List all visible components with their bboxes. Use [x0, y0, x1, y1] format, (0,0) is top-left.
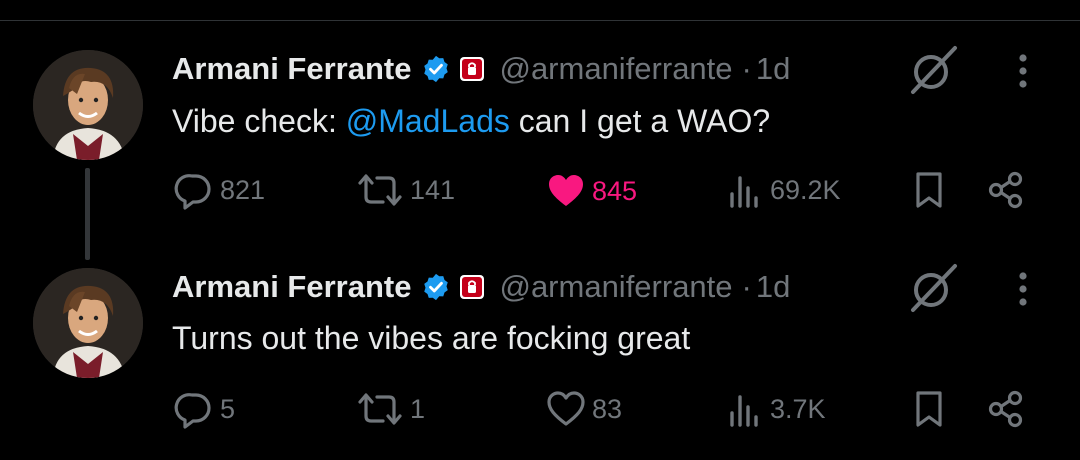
affiliation-badge-icon[interactable] — [459, 56, 485, 82]
tweet-text: Turns out the vibes are focking great — [172, 320, 690, 357]
bookmark-icon[interactable] — [909, 387, 949, 431]
views-icon — [730, 176, 758, 208]
timestamp[interactable]: 1d — [756, 269, 790, 305]
verified-badge-icon[interactable] — [421, 54, 451, 84]
separator-dot: · — [741, 269, 752, 304]
affiliation-badge-icon[interactable] — [459, 274, 485, 300]
like-button[interactable]: 845 — [546, 169, 637, 213]
like-button[interactable]: 83 — [546, 387, 622, 431]
views-icon — [730, 395, 758, 427]
author-handle[interactable]: @armaniferrante — [499, 269, 732, 305]
tweet-header: Armani Ferrante @armaniferrante · 1d — [172, 49, 790, 89]
like-icon — [549, 175, 583, 206]
tweet-text-start: Vibe check: — [172, 103, 346, 139]
author-name[interactable]: Armani Ferrante — [172, 269, 411, 305]
avatar-image — [33, 268, 143, 378]
avatar[interactable] — [33, 268, 143, 378]
like-icon — [547, 391, 585, 426]
views-count: 69.2K — [770, 174, 841, 205]
reply-icon — [174, 393, 211, 429]
repost-count: 1 — [410, 393, 426, 424]
tweet-text-start: Turns out the vibes are focking great — [172, 320, 691, 356]
top-divider — [0, 20, 1080, 21]
views-count: 3.7K — [770, 393, 826, 424]
avatar[interactable] — [33, 50, 143, 160]
repost-icon — [358, 393, 402, 425]
more-options-icon[interactable] — [1008, 46, 1038, 96]
avatar-image — [33, 50, 143, 160]
repost-button[interactable]: 1 — [356, 387, 425, 431]
views-button[interactable]: 3.7K — [724, 387, 826, 431]
author-name[interactable]: Armani Ferrante — [172, 51, 411, 87]
tweet-header: Armani Ferrante @armaniferrante · 1d — [172, 267, 790, 307]
reply-button[interactable]: 5 — [174, 387, 235, 431]
verified-badge-icon[interactable] — [421, 272, 451, 302]
tweet-text-end: can I get a WAO? — [509, 103, 771, 139]
repost-icon — [358, 174, 402, 206]
grok-icon[interactable] — [905, 42, 961, 98]
share-icon[interactable] — [986, 168, 1026, 212]
views-button[interactable]: 69.2K — [724, 168, 841, 212]
separator-dot: · — [741, 51, 752, 86]
thread-connector — [85, 168, 90, 260]
like-count: 83 — [592, 393, 623, 424]
more-options-icon[interactable] — [1008, 264, 1038, 314]
reply-count: 5 — [220, 393, 236, 424]
repost-button[interactable]: 141 — [356, 168, 455, 212]
mention-link[interactable]: @MadLads — [346, 103, 510, 139]
reply-icon — [174, 174, 211, 210]
author-handle[interactable]: @armaniferrante — [499, 51, 732, 87]
share-icon[interactable] — [986, 387, 1026, 431]
grok-icon[interactable] — [905, 260, 961, 316]
reply-count: 821 — [220, 174, 266, 205]
bookmark-icon[interactable] — [909, 168, 949, 212]
like-count: 845 — [592, 175, 638, 206]
timestamp[interactable]: 1d — [756, 51, 790, 87]
tweet-text: Vibe check: @MadLads can I get a WAO? — [172, 103, 770, 140]
repost-count: 141 — [410, 174, 456, 205]
reply-button[interactable]: 821 — [174, 168, 265, 212]
